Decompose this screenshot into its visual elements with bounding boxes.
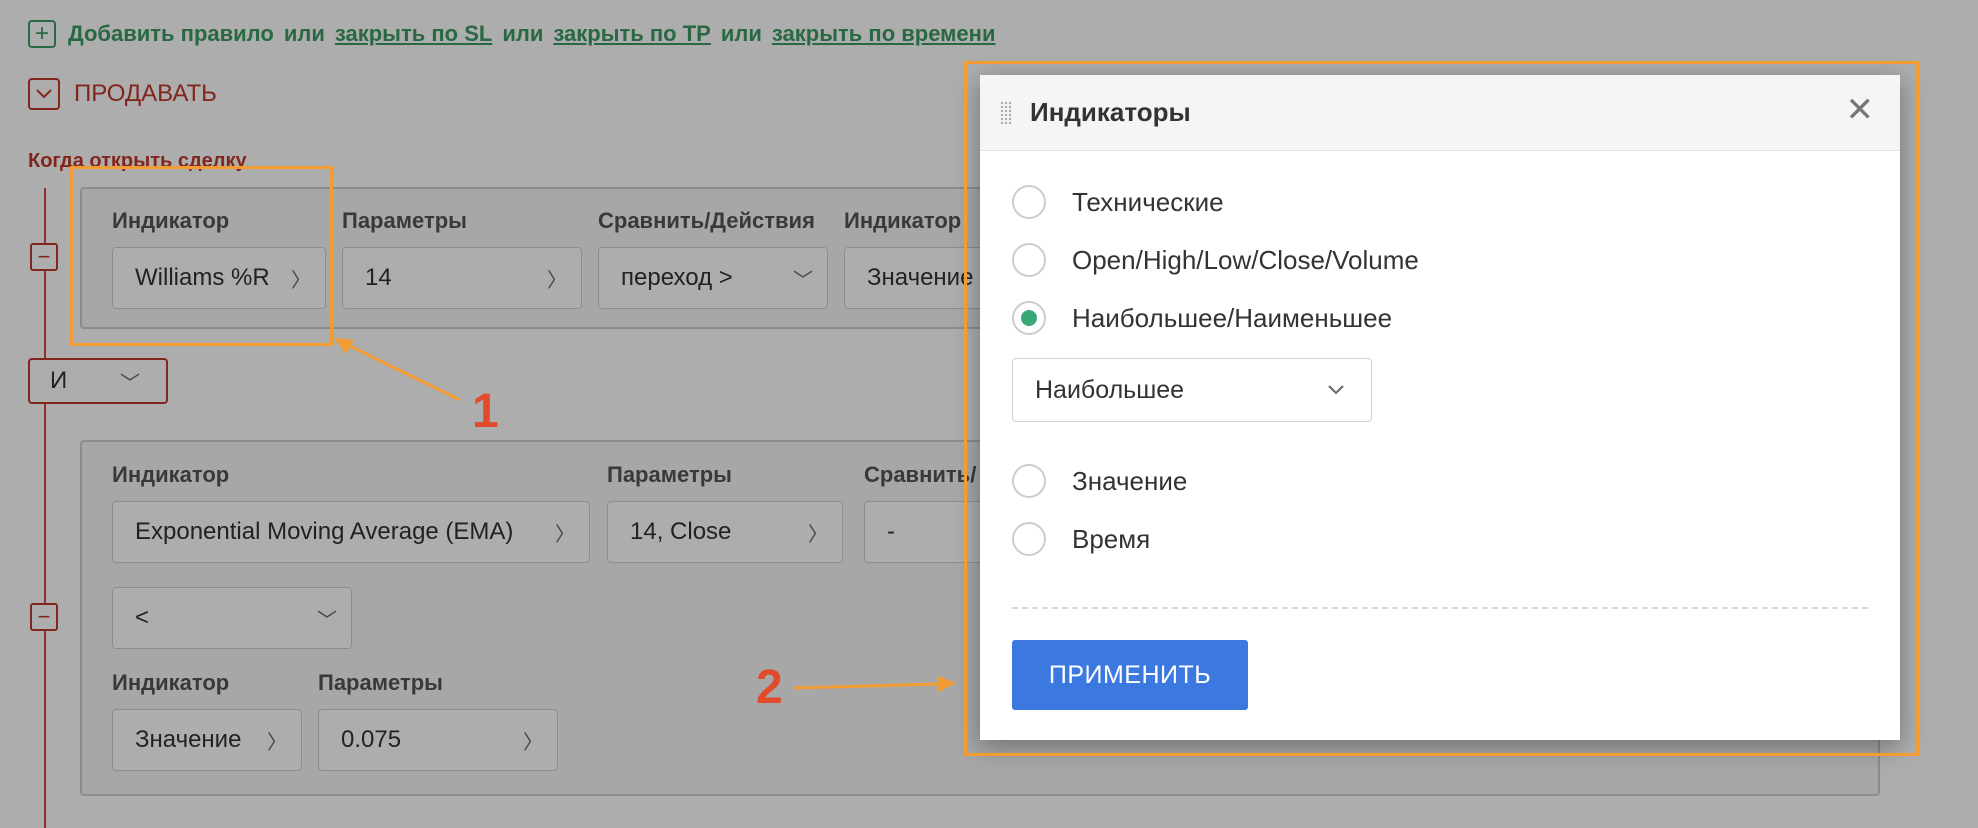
annotation-number-2: 2	[756, 661, 783, 714]
annotation-arrow-2	[793, 676, 956, 692]
annotation-box-2	[964, 61, 1919, 756]
annotation-box-1	[70, 166, 333, 346]
annotation-number-1: 1	[472, 385, 499, 438]
annotation-arrow-1	[334, 338, 461, 402]
